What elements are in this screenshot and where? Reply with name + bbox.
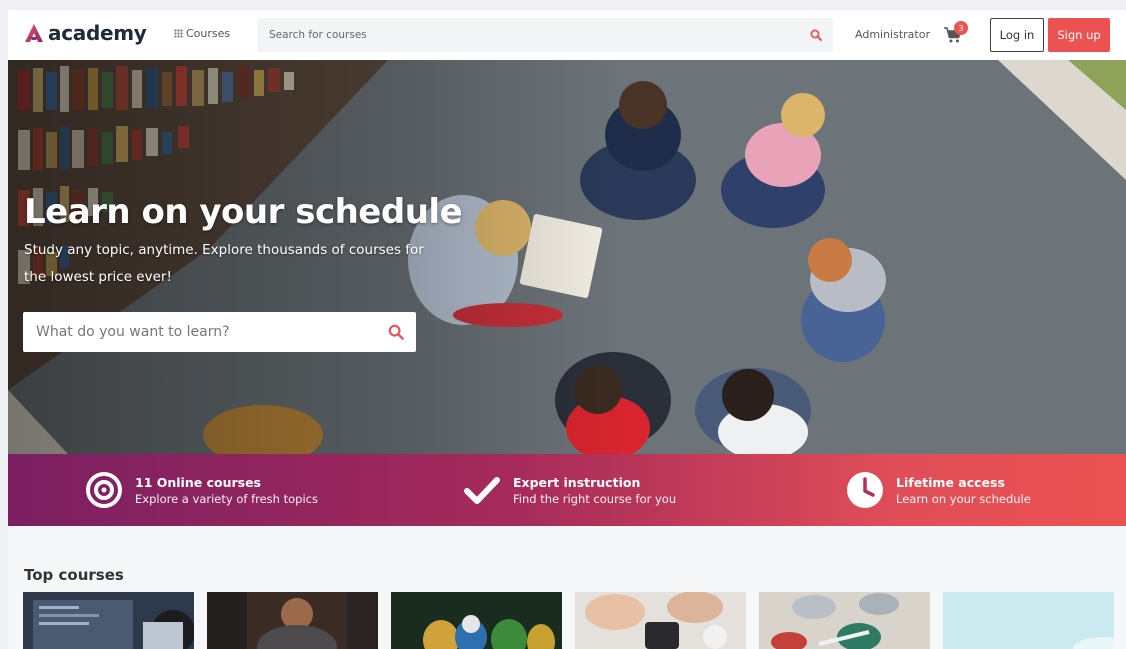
feature-online-courses: 11 Online courses Explore a variety of f… bbox=[85, 471, 318, 509]
search-icon bbox=[810, 29, 822, 41]
feature-description: Learn on your schedule bbox=[896, 491, 1031, 506]
features-banner: 11 Online courses Explore a variety of f… bbox=[8, 454, 1126, 526]
hero-subtitle: Study any topic, anytime. Explore thousa… bbox=[24, 242, 424, 285]
feature-title: Expert instruction bbox=[513, 474, 641, 490]
grid-icon bbox=[174, 29, 183, 38]
page: academy Courses Administrator 3 Log in S… bbox=[8, 10, 1126, 649]
signup-button[interactable]: Sign up bbox=[1048, 18, 1110, 52]
academy-logo-icon bbox=[25, 24, 43, 42]
header-search-input[interactable] bbox=[257, 18, 799, 52]
feature-title: 11 Online courses bbox=[135, 474, 261, 490]
feature-description: Explore a variety of fresh topics bbox=[135, 491, 318, 506]
login-button[interactable]: Log in bbox=[990, 18, 1044, 52]
administrator-link[interactable]: Administrator bbox=[855, 28, 930, 41]
course-card[interactable] bbox=[575, 592, 746, 649]
hero-title: Learn on your schedule bbox=[24, 192, 463, 232]
course-thumbnail bbox=[207, 592, 378, 649]
course-thumbnail bbox=[943, 592, 1114, 649]
feature-title: Lifetime access bbox=[896, 474, 1005, 490]
courses-menu-label: Courses bbox=[186, 27, 231, 40]
header-search-bar bbox=[257, 18, 833, 52]
course-thumbnail bbox=[391, 592, 562, 649]
feature-lifetime-access: Lifetime access Learn on your schedule bbox=[846, 471, 1031, 509]
clock-icon bbox=[847, 472, 883, 508]
cart-count-badge: 3 bbox=[954, 21, 968, 35]
feature-expert-instruction: Expert instruction Find the right course… bbox=[463, 471, 676, 509]
course-card[interactable] bbox=[207, 592, 378, 649]
search-icon bbox=[388, 324, 404, 340]
course-card[interactable] bbox=[391, 592, 562, 649]
hero-search-button[interactable] bbox=[376, 312, 416, 352]
top-courses-title: Top courses bbox=[24, 566, 124, 584]
course-thumbnail bbox=[759, 592, 930, 649]
course-card[interactable] bbox=[759, 592, 930, 649]
hero-search-bar bbox=[23, 312, 416, 352]
header-search-button[interactable] bbox=[799, 18, 833, 52]
logo-text: academy bbox=[48, 21, 147, 45]
feature-description: Find the right course for you bbox=[513, 491, 677, 506]
course-card[interactable] bbox=[943, 592, 1114, 649]
target-icon bbox=[86, 472, 122, 508]
checkmark-icon bbox=[464, 477, 500, 504]
course-thumbnail bbox=[23, 592, 194, 649]
courses-menu[interactable]: Courses bbox=[174, 27, 230, 40]
top-navbar: academy Courses Administrator 3 Log in S… bbox=[8, 10, 1126, 60]
logo[interactable]: academy bbox=[23, 21, 147, 45]
hero-search-input[interactable] bbox=[23, 312, 376, 352]
hero-section: Learn on your schedule Study any topic, … bbox=[8, 60, 1126, 454]
course-thumbnail bbox=[575, 592, 746, 649]
course-card[interactable] bbox=[23, 592, 194, 649]
